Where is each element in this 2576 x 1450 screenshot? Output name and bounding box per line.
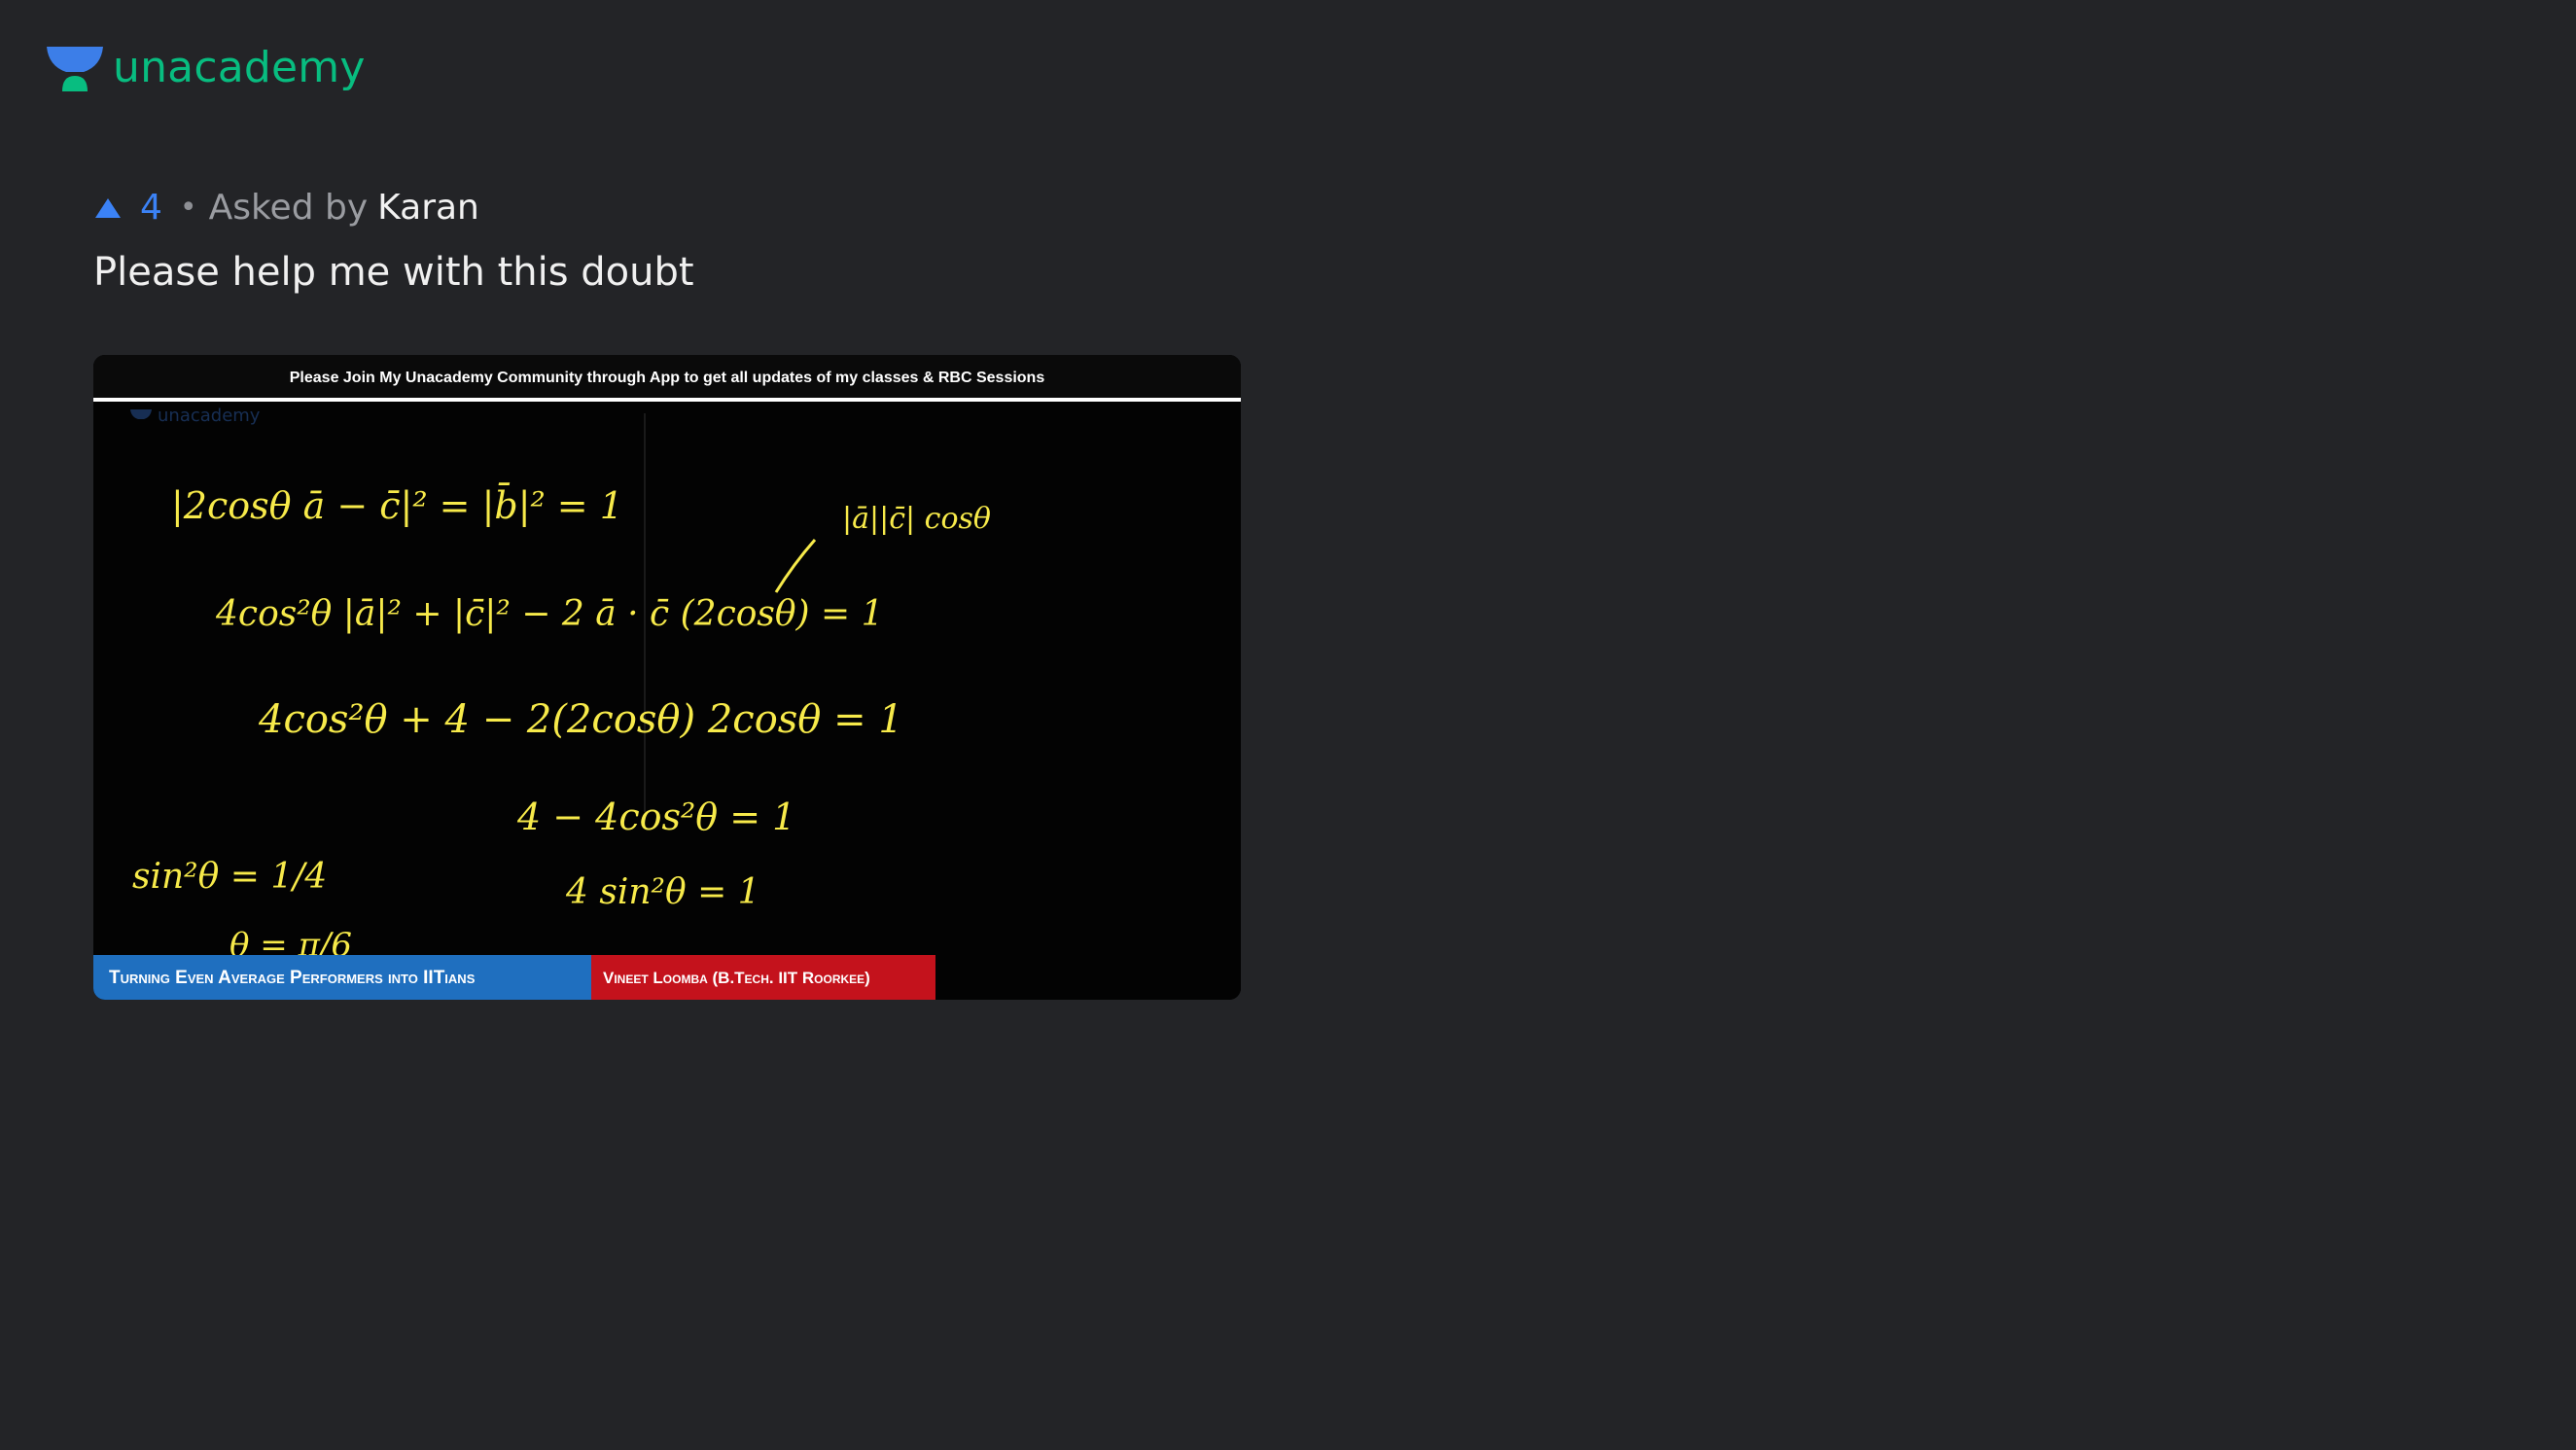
question-meta: 4 • Asked by Karan xyxy=(93,185,479,231)
question-title: Please help me with this doubt xyxy=(93,250,694,295)
upvote-button[interactable]: 4 xyxy=(93,185,162,231)
top-banner-rule xyxy=(93,398,1241,402)
handwriting-line-2: |ā||c̄| cosθ xyxy=(842,502,991,536)
unacademy-logo[interactable]: unacademy xyxy=(45,43,366,93)
handwriting-line-5: 4 − 4cos²θ = 1 xyxy=(516,796,795,838)
question-attachment-image[interactable]: Please Join My Unacademy Community throu… xyxy=(93,355,1241,1000)
brand-name: unacademy xyxy=(113,43,366,92)
asked-by-label: Asked by xyxy=(208,188,369,228)
bottom-left-banner-text: Turning Even Average Performers into IIT… xyxy=(109,968,476,988)
handwriting-line-1: |2cosθ ā − c̄|² = |b̄|² = 1 xyxy=(171,483,623,527)
triangle-up-icon xyxy=(95,198,121,218)
attachment-canvas: Please Join My Unacademy Community throu… xyxy=(93,355,1241,1000)
bottom-right-banner-text: Vineet Loomba (B.Tech. IIT Roorkee) xyxy=(603,969,870,987)
handwriting-line-3: 4cos²θ |ā|² + |c̄|² − 2 ā · c̄ (2cosθ) =… xyxy=(215,594,884,634)
asker-name[interactable]: Karan xyxy=(377,185,479,231)
handwriting-line-4: 4cos²θ + 4 − 2(2cosθ) 2cosθ = 1 xyxy=(258,697,903,742)
watermark-text: unacademy xyxy=(158,406,261,426)
top-banner-text: Please Join My Unacademy Community throu… xyxy=(290,370,1045,386)
upvote-count: 4 xyxy=(140,188,162,228)
handwriting-line-7: sin²θ = 1/4 xyxy=(132,857,327,897)
handwriting-line-6: 4 sin²θ = 1 xyxy=(565,872,760,912)
doubt-page: unacademy 4 • Asked by Karan Please help… xyxy=(0,0,2576,1450)
unacademy-logo-icon xyxy=(47,47,103,91)
meta-separator: • xyxy=(179,191,197,225)
